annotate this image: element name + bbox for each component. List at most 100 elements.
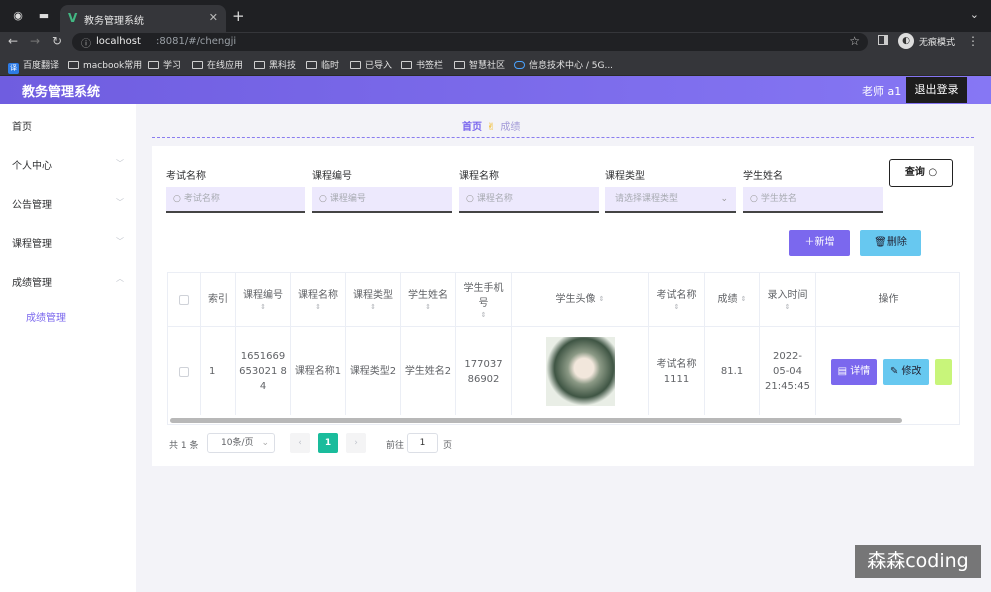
- row-checkbox[interactable]: [179, 366, 189, 377]
- bookmark-item[interactable]: macbook常用: [68, 58, 142, 71]
- detail-button[interactable]: ▤ 详情: [831, 358, 877, 385]
- course-no-label: 课程编号: [312, 171, 352, 182]
- sort-icon: ⇕: [784, 303, 791, 311]
- folder-icon: [454, 61, 465, 69]
- app-header: 教务管理系统 老师 a1 退出登录: [0, 76, 991, 104]
- close-tab-icon[interactable]: ✕: [209, 11, 218, 24]
- breadcrumb-current: 成绩: [500, 122, 521, 133]
- bookmark-item[interactable]: 书签栏: [401, 58, 443, 71]
- browser-tab-active[interactable]: V 教务管理系统 ✕: [60, 5, 226, 32]
- delete-button[interactable]: 🗑删除: [860, 230, 921, 256]
- bookmark-item[interactable]: 译百度翻译: [8, 58, 59, 74]
- sidebar: 首页 个人中心 ﹀ 公告管理 ﹀ 课程管理 ﹀ 成绩管理 ︿ 成绩管理: [0, 104, 136, 592]
- goto-page-input[interactable]: 1: [407, 433, 438, 453]
- add-button[interactable]: ＋新增: [789, 230, 850, 256]
- col-entry-time: 录入时间 ⇕ 2022-05-04 21:45:45: [760, 273, 816, 415]
- table-header[interactable]: 成绩 ⇕: [705, 273, 759, 327]
- select-all-checkbox[interactable]: [179, 294, 189, 305]
- sidebar-item-profile[interactable]: 个人中心: [12, 157, 52, 172]
- query-button[interactable]: 查询 ○: [889, 159, 953, 187]
- col-ops: 操作 ▤ 详情 ✎ 修改: [816, 273, 959, 415]
- window-icon[interactable]: ▬: [37, 9, 51, 23]
- table-cell: 学生姓名2: [404, 366, 452, 377]
- goto-unit: 页: [443, 441, 453, 451]
- sort-icon: ⇕: [315, 303, 321, 311]
- bookmark-item[interactable]: 智慧社区: [454, 58, 505, 71]
- bookmark-item[interactable]: 学习: [148, 58, 181, 71]
- forward-arrow-icon[interactable]: →: [30, 34, 40, 48]
- incognito-label: 无痕模式: [919, 38, 956, 48]
- sidebar-subitem-grades[interactable]: 成绩管理: [26, 309, 66, 324]
- divider: [152, 137, 974, 138]
- table-header[interactable]: 课程类型 ⇕: [346, 273, 400, 327]
- page-size-select[interactable]: 10条/页 ⌄: [207, 433, 275, 453]
- next-page-button[interactable]: ›: [346, 433, 366, 453]
- bookmark-item[interactable]: 在线应用: [192, 58, 243, 71]
- table-header[interactable]: 录入时间 ⇕: [760, 273, 815, 327]
- course-name-input[interactable]: ○ 课程名称: [459, 187, 599, 213]
- link-icon: [514, 61, 525, 69]
- bookmark-item[interactable]: 已导入: [350, 58, 392, 71]
- incognito-indicator[interactable]: ◐ 无痕模式: [898, 33, 962, 49]
- url-path: :8081/#/chengji: [156, 36, 237, 47]
- sidebar-item-grades[interactable]: 成绩管理: [12, 274, 52, 289]
- browser-tab-bar: ◉ ▬ V 教务管理系统 ✕ + ⌄: [0, 0, 991, 32]
- back-arrow-icon[interactable]: ←: [8, 34, 18, 48]
- search-icon: ○: [466, 194, 474, 204]
- breadcrumb-home[interactable]: 首页: [462, 122, 482, 133]
- table-cell: 17703786902: [464, 358, 503, 385]
- edit-button[interactable]: ✎ 修改: [882, 358, 929, 385]
- info-icon[interactable]: ⓘ: [81, 35, 91, 50]
- course-type-select[interactable]: 请选择课程类型 ⌄: [605, 187, 736, 213]
- vue-logo-icon: V: [68, 11, 78, 25]
- col-student-name: 学生姓名 ⇕ 学生姓名2: [401, 273, 456, 415]
- current-user: 老师 a1: [862, 85, 902, 98]
- table-cell: 2022-05-04 21:45:45: [765, 351, 810, 392]
- sort-icon: ⇕: [260, 303, 266, 311]
- reload-icon[interactable]: ↻: [52, 34, 62, 48]
- chevron-down-icon: ⌄: [261, 438, 269, 448]
- page-number-current[interactable]: 1: [318, 433, 338, 453]
- sidebar-item-notices[interactable]: 公告管理: [12, 196, 52, 211]
- chevron-down-icon[interactable]: ⌄: [970, 8, 979, 21]
- bookmark-item[interactable]: 信息技术中心 / 5G...: [514, 58, 613, 71]
- search-icon: ○: [173, 194, 181, 204]
- col-score: 成绩 ⇕ 81.1: [705, 273, 760, 415]
- table-header[interactable]: 考试名称 ⇕: [649, 273, 704, 327]
- col-index: 索引 1: [201, 273, 236, 415]
- translate-icon: 译: [8, 63, 19, 74]
- sidebar-item-courses[interactable]: 课程管理: [12, 235, 52, 250]
- delete-row-button[interactable]: [934, 358, 952, 385]
- table-header[interactable]: 课程编号 ⇕: [236, 273, 290, 327]
- side-panel-icon[interactable]: [878, 35, 888, 45]
- bookmark-item[interactable]: 临时: [306, 58, 339, 71]
- horizontal-scrollbar[interactable]: [170, 418, 902, 423]
- student-name-input[interactable]: ○ 学生姓名: [743, 187, 883, 213]
- prev-page-button[interactable]: ‹: [290, 433, 310, 453]
- table-header[interactable]: 学生手机号 ⇕: [456, 273, 511, 327]
- search-icon: ○: [750, 194, 758, 204]
- course-no-input[interactable]: ○ 课程编号: [312, 187, 452, 213]
- exam-name-label: 考试名称: [166, 171, 206, 182]
- table-header[interactable]: 课程名称 ⇕: [291, 273, 345, 327]
- sidebar-item-home[interactable]: 首页: [12, 118, 32, 133]
- main-panel: 考试名称 课程编号 课程名称 课程类型 学生姓名 ○ 考试名称 ○ 课程编号 ○ 课程…: [152, 146, 974, 466]
- globe-icon[interactable]: ◉: [11, 9, 25, 23]
- trash-icon: 🗑: [874, 237, 887, 248]
- col-course-name: 课程名称 ⇕ 课程名称1: [291, 273, 346, 415]
- exam-name-input[interactable]: ○ 考试名称: [166, 187, 305, 213]
- bookmark-item[interactable]: 黑科技: [254, 58, 296, 71]
- logout-button[interactable]: 退出登录: [906, 77, 967, 103]
- table-header[interactable]: 学生头像 ⇕: [512, 273, 648, 327]
- student-avatar-image: [545, 337, 615, 406]
- url-input[interactable]: ⓘ localhost :8081/#/chengji ☆: [72, 33, 868, 51]
- menu-kebab-icon[interactable]: ⋮: [967, 34, 979, 48]
- chevron-down-icon: ⌄: [720, 194, 728, 204]
- plus-icon: ＋: [804, 237, 815, 248]
- star-icon[interactable]: ☆: [849, 34, 860, 48]
- table-header[interactable]: 学生姓名 ⇕: [401, 273, 455, 327]
- sort-icon: ⇕: [673, 303, 680, 311]
- new-tab-button[interactable]: +: [232, 7, 245, 25]
- folder-icon: [148, 61, 159, 69]
- table-header: 操作: [816, 273, 959, 327]
